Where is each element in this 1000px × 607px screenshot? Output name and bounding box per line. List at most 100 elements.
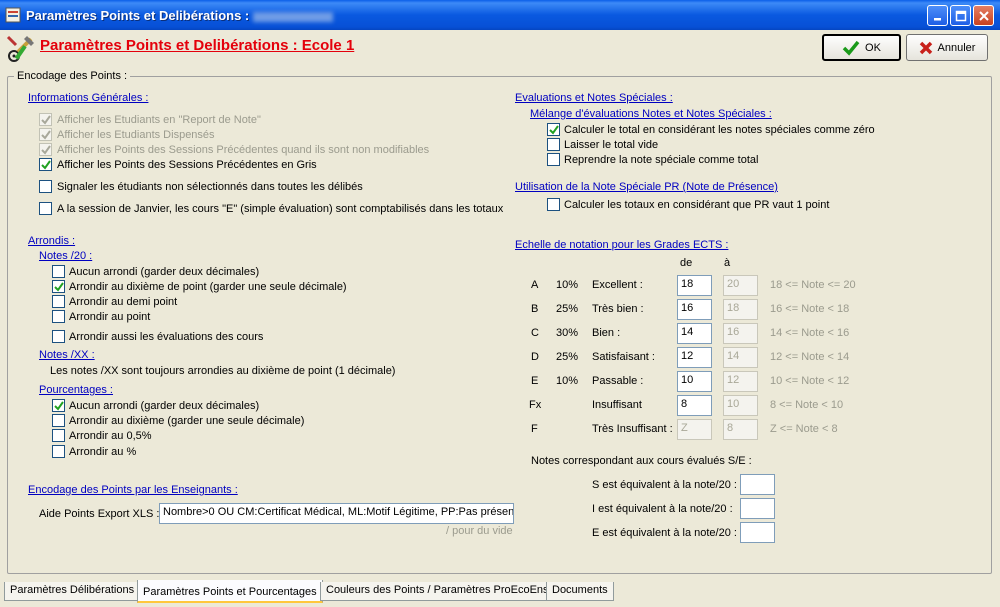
se-i-input[interactable] (740, 498, 775, 519)
maximize-button[interactable] (950, 5, 971, 26)
dispensed-label: Afficher les Etudiants Dispensés (57, 129, 215, 141)
ects-range: 8 <= Note < 10 (770, 399, 844, 411)
ects-from-input[interactable]: 10 (677, 371, 712, 392)
settings-tools-icon (6, 35, 34, 62)
percent-unit-label: Arrondir au % (69, 446, 137, 458)
ects-range: 12 <= Note < 14 (770, 351, 850, 363)
ects-to-input: 16 (723, 323, 758, 344)
check-icon (41, 160, 51, 170)
tab-deliberations[interactable]: Paramètres Délibérations (4, 582, 141, 601)
ects-pct: 10% (556, 279, 579, 291)
ects-from-input[interactable]: 16 (677, 299, 712, 320)
notesxx-title: Notes /XX : (39, 349, 95, 361)
notes20-courses-label: Arrondir aussi les évaluations des cours (69, 331, 264, 343)
special-empty-checkbox[interactable] (547, 138, 560, 151)
check-icon (54, 282, 64, 292)
ects-label: Insuffisant (592, 399, 642, 411)
january-e-courses-checkbox[interactable] (39, 202, 52, 215)
ects-grade: F (531, 423, 538, 435)
pr-section-title: Utilisation de la Note Spéciale PR (Note… (515, 181, 778, 193)
tab-bar: Paramètres Délibérations Paramètres Poin… (0, 578, 1000, 607)
ects-col-from: de (680, 257, 693, 269)
blurred-school-name (253, 11, 334, 22)
previous-nonmodifiable-label: Afficher les Points des Sessions Précéde… (57, 144, 430, 156)
percent-no-rounding-label: Aucun arrondi (garder deux décimales) (69, 400, 260, 412)
previous-nonmodifiable-checkbox[interactable] (39, 143, 52, 156)
notes20-tenth-label: Arrondir au dixième de point (garder une… (69, 281, 347, 293)
ects-label: Très Insuffisant : (592, 423, 673, 435)
ects-from-input[interactable]: 18 (677, 275, 712, 296)
ects-range: Z <= Note < 8 (770, 423, 838, 435)
ok-button-label: OK (865, 41, 881, 54)
january-e-courses-label: A la session de Janvier, les cours "E" (… (57, 203, 504, 215)
ects-range: 18 <= Note <= 20 (770, 279, 856, 291)
special-reuse-label: Reprendre la note spéciale comme total (564, 154, 759, 166)
se-i-label: I est équivalent à la note/20 : (592, 503, 733, 515)
ects-from-input[interactable]: 8 (677, 395, 712, 416)
xls-help-input[interactable]: Nombre>0 OU CM:Certificat Médical, ML:Mo… (159, 503, 514, 524)
ects-from-input: Z (677, 419, 712, 440)
group-title: Encodage des Points : (14, 70, 131, 82)
maximize-icon (955, 10, 967, 22)
ects-pct: 10% (556, 375, 579, 387)
cancel-x-icon (919, 41, 932, 54)
ects-pct: 25% (556, 351, 579, 363)
special-reuse-checkbox[interactable] (547, 153, 560, 166)
xls-help-label: Aide Points Export XLS : (39, 508, 160, 520)
special-zero-checkbox[interactable] (547, 123, 560, 136)
check-icon (54, 401, 64, 411)
se-e-input[interactable] (740, 522, 775, 543)
pr-one-point-label: Calculer les totaux en considérant que P… (564, 199, 830, 211)
ok-button[interactable]: OK (822, 34, 901, 61)
notes20-half-checkbox[interactable] (52, 295, 65, 308)
pr-one-point-checkbox[interactable] (547, 198, 560, 211)
percent-tenth-label: Arrondir au dixième (garder une seule dé… (69, 415, 305, 427)
signal-unselected-label: Signaler les étudiants non sélectionnés … (57, 181, 363, 193)
percent-unit-checkbox[interactable] (52, 445, 65, 458)
general-section-title: Informations Générales : (28, 92, 149, 104)
minimize-button[interactable] (927, 5, 948, 26)
cancel-button[interactable]: Annuler (906, 34, 988, 61)
percent-no-rounding-checkbox[interactable] (52, 399, 65, 412)
window-title: Paramètres Points et Delibérations : (26, 8, 334, 23)
notes20-tenth-checkbox[interactable] (52, 280, 65, 293)
se-section-title: Notes correspondant aux cours évalués S/… (531, 455, 752, 467)
notes20-no-rounding-checkbox[interactable] (52, 265, 65, 278)
check-icon (41, 115, 51, 125)
tab-documents[interactable]: Documents (546, 582, 614, 601)
ects-to-input: 10 (723, 395, 758, 416)
report-note-checkbox[interactable] (39, 113, 52, 126)
ects-label: Bien : (592, 327, 621, 339)
ects-col-to: à (724, 257, 731, 269)
ects-grade: A (531, 279, 539, 291)
notes20-half-label: Arrondir au demi point (69, 296, 178, 308)
ects-to-input: 20 (723, 275, 758, 296)
percent-tenth-checkbox[interactable] (52, 414, 65, 427)
signal-unselected-checkbox[interactable] (39, 180, 52, 193)
percent-half-label: Arrondir au 0,5% (69, 430, 152, 442)
ects-label: Excellent : (592, 279, 643, 291)
notes20-point-checkbox[interactable] (52, 310, 65, 323)
se-e-label: E est équivalent à la note/20 : (592, 527, 737, 539)
tab-points-percentages[interactable]: Paramètres Points et Pourcentages (137, 580, 323, 603)
ects-from-input[interactable]: 12 (677, 347, 712, 368)
mix-section-title: Mélange d'évaluations Notes et Notes Spé… (530, 108, 772, 120)
se-s-input[interactable] (740, 474, 775, 495)
ects-pct: 30% (556, 327, 579, 339)
xls-help-hint: / pour du vide (446, 525, 513, 537)
report-note-label: Afficher les Etudiants en "Report de Not… (57, 114, 261, 126)
ects-from-input[interactable]: 14 (677, 323, 712, 344)
tab-colors-proecoens[interactable]: Couleurs des Points / Paramètres ProEcoE… (320, 582, 555, 601)
close-button[interactable] (973, 5, 994, 26)
ects-section-title: Echelle de notation pour les Grades ECTS… (515, 239, 729, 251)
previous-gray-checkbox[interactable] (39, 158, 52, 171)
cancel-button-label: Annuler (937, 41, 976, 54)
ects-pct: 25% (556, 303, 579, 315)
rounding-section-title: Arrondis : (28, 235, 76, 247)
ects-grade: D (531, 351, 539, 363)
ects-to-input: 12 (723, 371, 758, 392)
dispensed-checkbox[interactable] (39, 128, 52, 141)
notes20-courses-checkbox[interactable] (52, 330, 65, 343)
percent-half-checkbox[interactable] (52, 429, 65, 442)
ects-to-input: 8 (723, 419, 758, 440)
